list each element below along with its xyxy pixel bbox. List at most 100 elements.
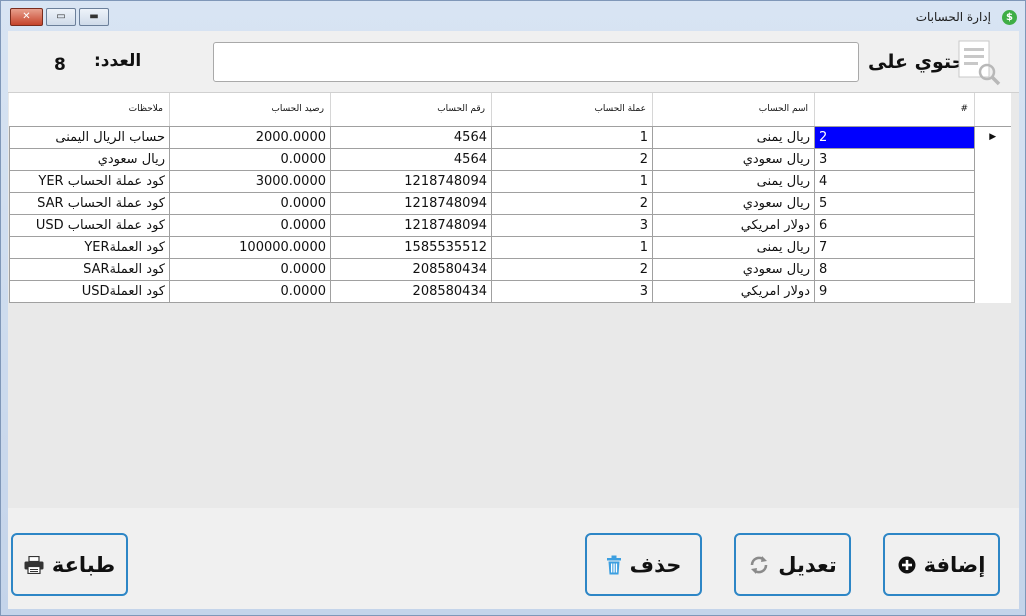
cell-account-balance[interactable]: 0.0000 <box>169 147 331 171</box>
cell-account-currency[interactable]: 3 <box>491 279 653 303</box>
cell-account-number[interactable]: 1218748094 <box>330 169 492 193</box>
window-title: إدارة الحسابات <box>915 10 991 24</box>
maximize-icon: ▭ <box>56 11 66 22</box>
search-list-icon[interactable] <box>957 39 1003 87</box>
cell-account-name[interactable]: ريال يمنى <box>652 235 815 259</box>
column-header-notes[interactable]: ملاحظات <box>9 93 170 127</box>
cell-account-name[interactable]: ريال يمنى <box>652 125 815 149</box>
trash-icon <box>606 555 621 574</box>
table-row[interactable]: 5 ريال سعودي 2 1218748094 0.0000 كود عملة الح… <box>9 191 1011 215</box>
count-label: العدد: <box>94 51 142 71</box>
table-row[interactable]: 9 دولار امريكي 3 208580434 0.0000 كود العملةU… <box>9 279 1011 303</box>
edit-button[interactable]: تعديل <box>734 533 851 596</box>
cell-account-currency[interactable]: 1 <box>491 169 653 193</box>
cell-notes[interactable]: كود عملة الحساب YER <box>9 169 170 193</box>
cell-account-balance[interactable]: 0.0000 <box>169 279 331 303</box>
cell-id[interactable]: 5 <box>814 191 975 215</box>
cell-account-balance[interactable]: 0.0000 <box>169 257 331 281</box>
table-row[interactable]: 4 ريال يمنى 1 1218748094 3000.0000 كود عملة ا… <box>9 169 1011 193</box>
edit-button-label: تعديل <box>778 552 837 577</box>
close-icon: ✕ <box>22 11 31 22</box>
cell-account-number[interactable]: 1218748094 <box>330 191 492 215</box>
row-selector[interactable] <box>974 214 1011 236</box>
cell-account-name[interactable]: ريال يمنى <box>652 169 815 193</box>
row-selector[interactable] <box>974 170 1011 192</box>
column-header-id[interactable]: # <box>814 93 975 127</box>
minimize-button[interactable]: ▬ <box>79 8 109 26</box>
refresh-icon <box>750 555 768 574</box>
cell-id[interactable]: 2 <box>814 125 975 149</box>
cell-account-currency[interactable]: 3 <box>491 213 653 237</box>
cell-account-name[interactable]: دولار امريكي <box>652 279 815 303</box>
count-value: 8 <box>54 55 66 75</box>
cell-notes[interactable]: كود العملةUSD <box>9 279 170 303</box>
cell-notes[interactable]: كود عملة الحساب SAR <box>9 191 170 215</box>
cell-id[interactable]: 7 <box>814 235 975 259</box>
cell-id[interactable]: 8 <box>814 257 975 281</box>
cell-account-number[interactable]: 4564 <box>330 125 492 149</box>
cell-account-name[interactable]: ريال سعودي <box>652 257 815 281</box>
column-header-account-currency[interactable]: عملة الحساب <box>491 93 653 127</box>
cell-account-currency[interactable]: 2 <box>491 257 653 281</box>
row-selector[interactable] <box>974 280 1011 302</box>
cell-account-balance[interactable]: 3000.0000 <box>169 169 331 193</box>
row-selector[interactable] <box>974 192 1011 214</box>
accounts-grid: # اسم الحساب عملة الحساب رقم الحساب رصيد… <box>9 93 1011 303</box>
cell-account-number[interactable]: 1585535512 <box>330 235 492 259</box>
cell-account-balance[interactable]: 0.0000 <box>169 191 331 215</box>
cell-account-currency[interactable]: 2 <box>491 191 653 215</box>
app-window: ✕ ▭ ▬ $ إدارة الحسابات 8 العدد: يحتوي عل… <box>0 0 1026 616</box>
cell-account-balance[interactable]: 100000.0000 <box>169 235 331 259</box>
cell-account-name[interactable]: ريال سعودي <box>652 191 815 215</box>
cell-account-name[interactable]: ريال سعودي <box>652 147 815 171</box>
delete-button[interactable]: حذف <box>585 533 702 596</box>
cell-id[interactable]: 4 <box>814 169 975 193</box>
row-selector[interactable] <box>974 258 1011 280</box>
print-button[interactable]: طباعة <box>11 533 128 596</box>
cell-account-currency[interactable]: 1 <box>491 125 653 149</box>
cell-account-number[interactable]: 4564 <box>330 147 492 171</box>
delete-button-label: حذف <box>629 552 682 577</box>
cell-id[interactable]: 6 <box>814 213 975 237</box>
column-header-account-number[interactable]: رقم الحساب <box>330 93 492 127</box>
table-row[interactable]: 7 ريال يمنى 1 1585535512 100000.0000 كود العم… <box>9 235 1011 259</box>
cell-notes[interactable]: ريال سعودي <box>9 147 170 171</box>
table-row[interactable]: 8 ريال سعودي 2 208580434 0.0000 كود العملةSAR <box>9 257 1011 281</box>
cell-account-number[interactable]: 208580434 <box>330 279 492 303</box>
cell-account-number[interactable]: 208580434 <box>330 257 492 281</box>
cell-id[interactable]: 3 <box>814 147 975 171</box>
close-button[interactable]: ✕ <box>10 8 43 26</box>
cell-account-name[interactable]: دولار امريكي <box>652 213 815 237</box>
cell-id[interactable]: 9 <box>814 279 975 303</box>
row-header-corner <box>974 93 1011 127</box>
cell-notes[interactable]: كود عملة الحساب USD <box>9 213 170 237</box>
print-button-label: طباعة <box>51 552 116 577</box>
app-icon: $ <box>1002 10 1017 25</box>
client-area: 8 العدد: يحتوي على # اسم الحساب عملة الح… <box>8 31 1019 609</box>
add-button[interactable]: إضافة <box>883 533 1000 596</box>
cell-account-balance[interactable]: 0.0000 <box>169 213 331 237</box>
search-input[interactable] <box>213 42 859 82</box>
column-header-account-name[interactable]: اسم الحساب <box>652 93 815 127</box>
printer-icon <box>24 555 44 574</box>
row-selector[interactable] <box>974 148 1011 170</box>
cell-account-number[interactable]: 1218748094 <box>330 213 492 237</box>
row-selector[interactable]: ▶ <box>974 126 1011 148</box>
minimize-icon: ▬ <box>89 11 99 22</box>
cell-account-currency[interactable]: 1 <box>491 235 653 259</box>
cell-account-currency[interactable]: 2 <box>491 147 653 171</box>
cell-notes[interactable]: حساب الريال اليمنى <box>9 125 170 149</box>
column-header-account-balance[interactable]: رصيد الحساب <box>169 93 331 127</box>
cell-notes[interactable]: كود العملةYER <box>9 235 170 259</box>
accounts-grid-area: # اسم الحساب عملة الحساب رقم الحساب رصيد… <box>8 92 1019 508</box>
cell-notes[interactable]: كود العملةSAR <box>9 257 170 281</box>
plus-circle-icon <box>898 556 916 573</box>
table-row[interactable]: 3 ريال سعودي 2 4564 0.0000 ريال سعودي <box>9 147 1011 171</box>
grid-header-row: # اسم الحساب عملة الحساب رقم الحساب رصيد… <box>9 93 1011 127</box>
maximize-button[interactable]: ▭ <box>46 8 76 26</box>
add-button-label: إضافة <box>923 552 986 577</box>
row-selector[interactable] <box>974 236 1011 258</box>
cell-account-balance[interactable]: 2000.0000 <box>169 125 331 149</box>
table-row[interactable]: ▶ 2 ريال يمنى 1 4564 2000.0000 حساب الريال الي… <box>9 125 1011 149</box>
table-row[interactable]: 6 دولار امريكي 3 1218748094 0.0000 كود عملة ا… <box>9 213 1011 237</box>
